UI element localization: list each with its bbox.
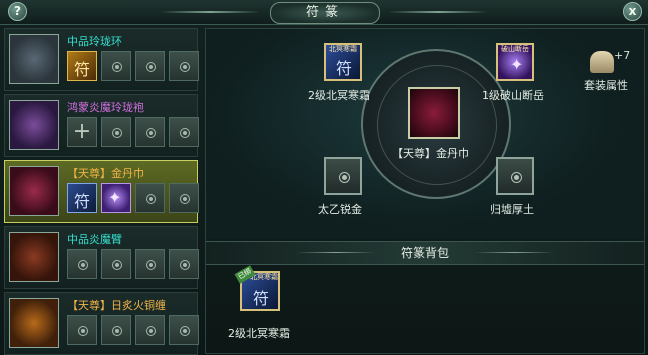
rune-slot-empty[interactable] [101, 315, 131, 345]
eye-icon [78, 260, 88, 270]
rune-slot-empty[interactable] [169, 117, 199, 147]
bag-rune-item[interactable]: 北冥寒霜 符 已绑 [234, 265, 280, 311]
equipment-row[interactable]: 中品玲珑环 符 [4, 28, 199, 91]
rune-slot-empty[interactable] [169, 183, 199, 213]
rune-slot-empty[interactable] [135, 51, 165, 81]
add-rune-button[interactable]: + [67, 117, 97, 147]
rune-slot[interactable]: ✦ [101, 183, 131, 213]
rune-slot-top-right[interactable]: 破山断岳 ✦ [496, 43, 534, 81]
rune-slot-empty[interactable] [169, 51, 199, 81]
equipment-icon [9, 232, 59, 282]
equipment-row[interactable]: 【天尊】日炙火铜缠 [4, 292, 199, 355]
eye-icon [180, 260, 190, 270]
bag-item-label: 2级北冥寒霜 [228, 327, 290, 340]
rune-slot-empty[interactable] [101, 249, 131, 279]
rune-window: 符篆 ? x 中品玲珑环 符 鸿蒙炎魔玲珑袍 + 【天尊】金丹巾 符 ✦ 中品炎… [0, 0, 648, 355]
rune-slot-label: 2级北冥寒霜 [308, 89, 370, 102]
rune-icon: ✦ [108, 188, 122, 207]
eye-icon [180, 326, 190, 336]
rune-slot[interactable]: 符 [67, 51, 97, 81]
equipment-name: 【天尊】日炙火铜缠 [67, 299, 166, 312]
eye-icon [180, 128, 190, 138]
equipment-name: 鸿蒙炎魔玲珑袍 [67, 101, 144, 114]
rune-slot-empty[interactable] [135, 183, 165, 213]
rune-slot-empty[interactable] [169, 249, 199, 279]
rune-icon: 符 [74, 192, 91, 211]
rune-bag-header: 符篆背包 [206, 241, 644, 265]
title-ornament-right [388, 11, 488, 13]
center-equipment-icon [408, 87, 460, 139]
rune-slot-empty[interactable] [169, 315, 199, 345]
set-count: +7 [614, 49, 631, 62]
rune-slot-empty[interactable] [135, 117, 165, 147]
rune-slot-bottom-right[interactable] [496, 157, 534, 195]
equipment-icon [9, 166, 59, 216]
rune-slot-empty[interactable] [101, 51, 131, 81]
rune-wheel-area: 北冥寒霜 符 2级北冥寒霜 破山断岳 ✦ 1级破山断岳 【天尊】金丹巾 太乙锐金… [206, 29, 644, 239]
equipment-row[interactable]: 鸿蒙炎魔玲珑袍 + [4, 94, 199, 157]
eye-icon [180, 194, 190, 204]
set-attribute-button[interactable]: +7 套装属性 [578, 47, 634, 97]
eye-icon [112, 62, 122, 72]
rune-slot-top-left[interactable]: 北冥寒霜 符 [324, 43, 362, 81]
rune-slot-empty[interactable] [67, 249, 97, 279]
rune-icon: ✦ [510, 55, 524, 74]
eye-icon [339, 172, 350, 183]
equipment-name: 中品玲珑环 [67, 35, 122, 48]
eye-icon [146, 260, 156, 270]
eye-icon [511, 172, 522, 183]
rune-slot-label: 1级破山断岳 [482, 89, 544, 102]
equipment-name: 中品炎魔臂 [67, 233, 122, 246]
rune-slot-empty[interactable] [67, 315, 97, 345]
rune-slot-empty[interactable] [135, 249, 165, 279]
center-equipment-name: 【天尊】金丹巾 [392, 147, 469, 160]
rune-slot[interactable]: 符 [67, 183, 97, 213]
title-ornament-left [160, 11, 260, 13]
equipment-row[interactable]: 中品炎魔臂 [4, 226, 199, 289]
eye-icon [78, 326, 88, 336]
equipment-row-selected[interactable]: 【天尊】金丹巾 符 ✦ [4, 160, 199, 223]
title-bar: 符篆 ? x [0, 0, 648, 25]
armor-icon [590, 51, 614, 73]
rune-icon: 符 [74, 60, 91, 79]
eye-icon [146, 194, 156, 204]
equipment-icon [9, 100, 59, 150]
rune-bag-title: 符篆背包 [400, 246, 449, 260]
close-button[interactable]: x [623, 2, 642, 21]
rune-icon: 符 [336, 59, 353, 78]
eye-icon [112, 326, 122, 336]
eye-icon [112, 260, 122, 270]
set-attribute-label: 套装属性 [584, 79, 628, 92]
help-button[interactable]: ? [8, 2, 27, 21]
rune-slot-empty[interactable] [135, 315, 165, 345]
equipment-icon [9, 34, 59, 84]
rune-slot-label: 太乙锐金 [318, 203, 362, 216]
eye-icon [146, 128, 156, 138]
equipment-list: 中品玲珑环 符 鸿蒙炎魔玲珑袍 + 【天尊】金丹巾 符 ✦ 中品炎魔臂 【天尊】… [0, 28, 200, 355]
rune-detail-panel: 北冥寒霜 符 2级北冥寒霜 破山断岳 ✦ 1级破山断岳 【天尊】金丹巾 太乙锐金… [205, 28, 645, 354]
rune-tag: 北冥寒霜 [329, 45, 357, 53]
eye-icon [180, 62, 190, 72]
equipment-icon [9, 298, 59, 348]
rune-slot-bottom-left[interactable] [324, 157, 362, 195]
header-ornament-right [474, 252, 554, 253]
eye-icon [146, 326, 156, 336]
rune-tag: 破山断岳 [501, 45, 529, 53]
window-title: 符篆 [270, 2, 380, 24]
rune-icon: 符 [253, 289, 270, 308]
rune-slot-label: 归墟厚土 [490, 203, 534, 216]
eye-icon [112, 128, 122, 138]
rune-slot-empty[interactable] [101, 117, 131, 147]
eye-icon [146, 62, 156, 72]
equipment-name: 【天尊】金丹巾 [67, 167, 144, 180]
